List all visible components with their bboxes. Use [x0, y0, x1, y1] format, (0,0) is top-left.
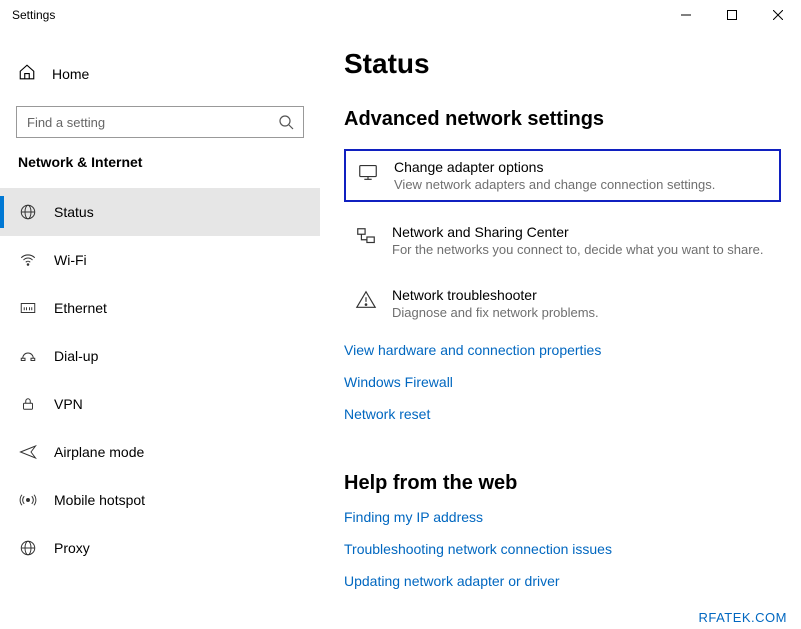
- option-text: Change adapter options View network adap…: [394, 159, 715, 192]
- sidebar-category: Network & Internet: [0, 154, 320, 170]
- section-advanced-title: Advanced network settings: [344, 108, 781, 131]
- sidebar-item-status[interactable]: Status: [0, 188, 320, 236]
- option-title: Change adapter options: [394, 159, 715, 175]
- sidebar-item-ethernet[interactable]: Ethernet: [0, 284, 320, 332]
- sidebar-item-airplane[interactable]: Airplane mode: [0, 428, 320, 476]
- sidebar-item-vpn[interactable]: VPN: [0, 380, 320, 428]
- sidebar-home-label: Home: [52, 66, 89, 82]
- option-text: Network and Sharing Center For the netwo…: [392, 224, 763, 257]
- watermark: RFATEK.COM: [698, 610, 787, 625]
- sidebar-item-label: Proxy: [54, 540, 90, 556]
- link-windows-firewall[interactable]: Windows Firewall: [344, 374, 781, 390]
- titlebar: Settings: [0, 0, 801, 30]
- sidebar-item-dialup[interactable]: Dial-up: [0, 332, 320, 380]
- airplane-icon: [18, 442, 38, 462]
- sidebar-item-label: Dial-up: [54, 348, 98, 364]
- option-desc: For the networks you connect to, decide …: [392, 242, 763, 257]
- sidebar-item-wifi[interactable]: Wi-Fi: [0, 236, 320, 284]
- window-controls: [663, 0, 801, 30]
- link-network-reset[interactable]: Network reset: [344, 406, 781, 422]
- sidebar-item-proxy[interactable]: Proxy: [0, 524, 320, 572]
- maximize-icon: [727, 10, 737, 20]
- option-change-adapter[interactable]: Change adapter options View network adap…: [344, 149, 781, 202]
- option-desc: View network adapters and change connect…: [394, 177, 715, 192]
- link-find-ip[interactable]: Finding my IP address: [344, 509, 781, 525]
- home-icon: [18, 63, 36, 86]
- warning-icon: [354, 289, 378, 311]
- sidebar: Home Network & Internet Status Wi-Fi: [0, 30, 320, 629]
- link-update-adapter[interactable]: Updating network adapter or driver: [344, 573, 781, 589]
- sidebar-item-label: VPN: [54, 396, 83, 412]
- sidebar-item-label: Status: [54, 204, 94, 220]
- search-icon: [278, 114, 294, 130]
- sharing-icon: [354, 226, 378, 248]
- main-panel: Status Advanced network settings Change …: [320, 30, 801, 629]
- hotspot-icon: [18, 490, 38, 510]
- link-troubleshoot-connection[interactable]: Troubleshooting network connection issue…: [344, 541, 781, 557]
- minimize-icon: [681, 10, 691, 20]
- page-title: Status: [344, 48, 781, 80]
- dialup-icon: [18, 346, 38, 366]
- sidebar-nav: Status Wi-Fi Ethernet Dial-up: [0, 188, 320, 572]
- monitor-icon: [356, 161, 380, 183]
- option-text: Network troubleshooter Diagnose and fix …: [392, 287, 599, 320]
- close-icon: [773, 10, 783, 20]
- search-input[interactable]: [16, 106, 304, 138]
- link-hardware-properties[interactable]: View hardware and connection properties: [344, 342, 781, 358]
- option-title: Network troubleshooter: [392, 287, 599, 303]
- vpn-icon: [18, 394, 38, 414]
- search-wrap: [16, 106, 304, 138]
- sidebar-item-label: Airplane mode: [54, 444, 144, 460]
- sidebar-item-label: Mobile hotspot: [54, 492, 145, 508]
- minimize-button[interactable]: [663, 0, 709, 30]
- sidebar-item-hotspot[interactable]: Mobile hotspot: [0, 476, 320, 524]
- maximize-button[interactable]: [709, 0, 755, 30]
- option-sharing-center[interactable]: Network and Sharing Center For the netwo…: [344, 216, 781, 265]
- window-title: Settings: [12, 8, 55, 22]
- section-help-title: Help from the web: [344, 472, 781, 495]
- option-desc: Diagnose and fix network problems.: [392, 305, 599, 320]
- option-title: Network and Sharing Center: [392, 224, 763, 240]
- wifi-icon: [18, 250, 38, 270]
- proxy-icon: [18, 538, 38, 558]
- close-button[interactable]: [755, 0, 801, 30]
- globe-icon: [18, 202, 38, 222]
- sidebar-home[interactable]: Home: [0, 54, 320, 94]
- sidebar-item-label: Wi-Fi: [54, 252, 87, 268]
- ethernet-icon: [18, 298, 38, 318]
- option-troubleshooter[interactable]: Network troubleshooter Diagnose and fix …: [344, 279, 781, 328]
- sidebar-item-label: Ethernet: [54, 300, 107, 316]
